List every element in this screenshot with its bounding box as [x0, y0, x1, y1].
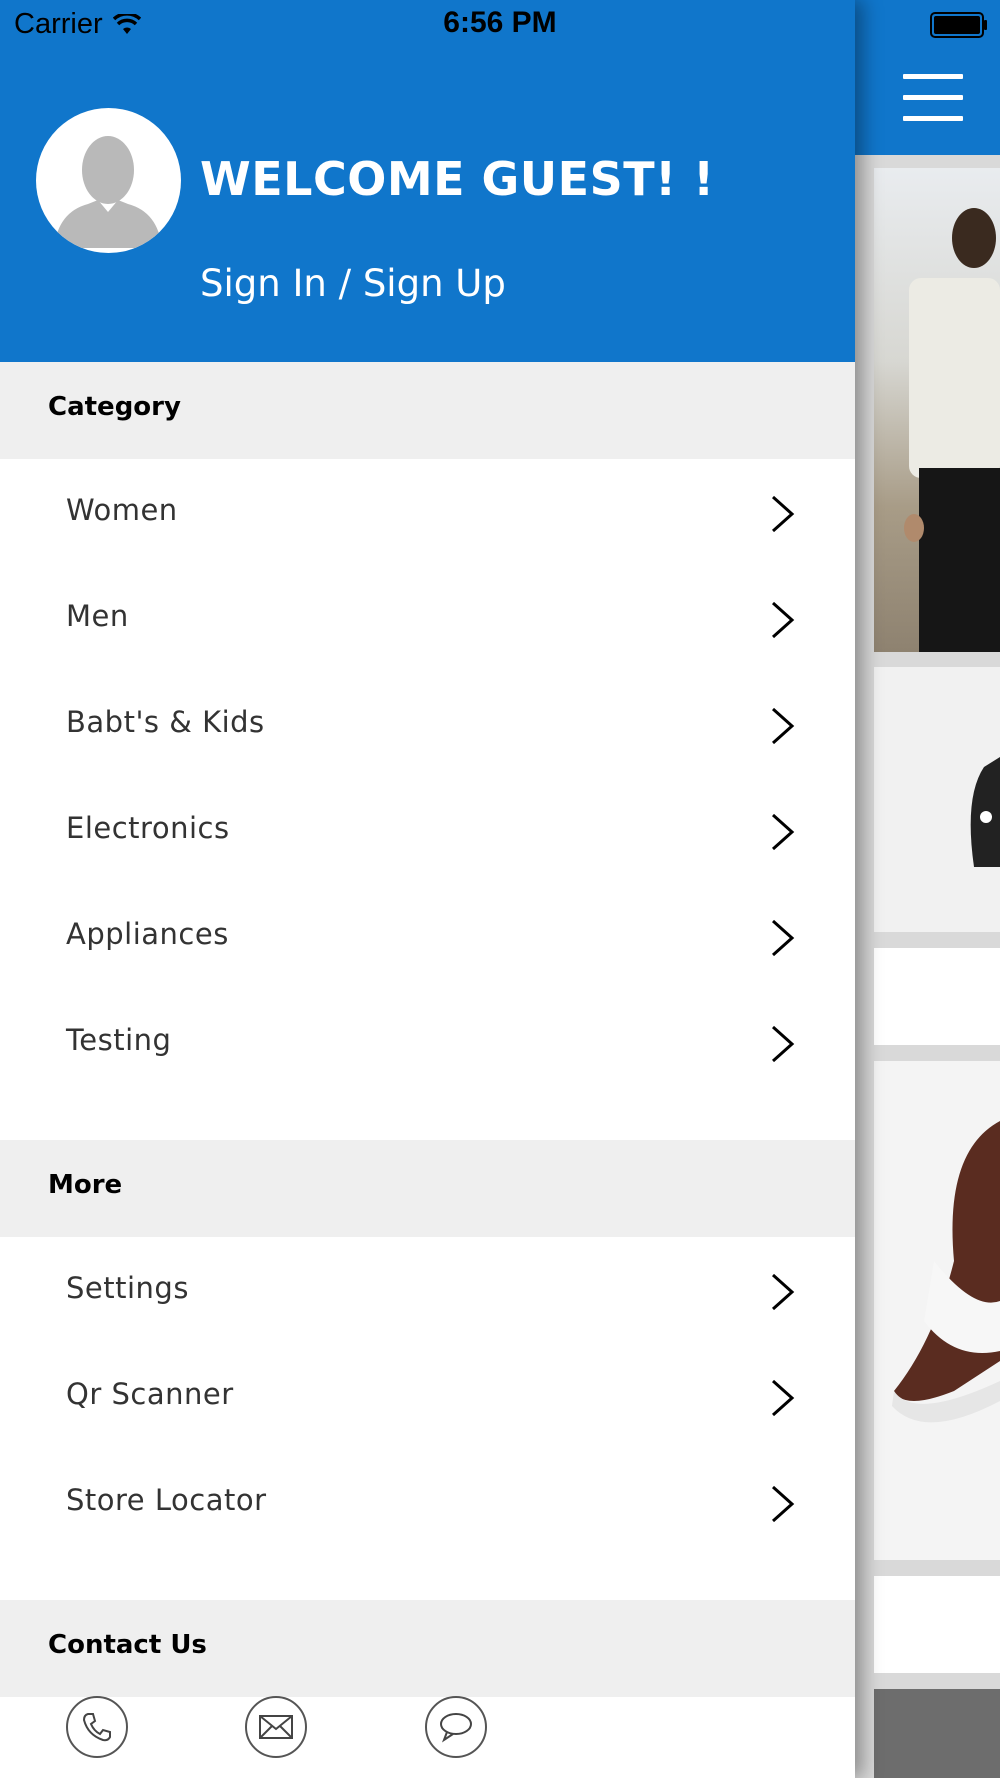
battery-icon — [930, 12, 987, 38]
section-title: Category — [48, 392, 181, 422]
section-title: Contact Us — [48, 1630, 207, 1660]
chevron-right-icon — [771, 1379, 795, 1417]
contact-icons-row — [0, 1696, 855, 1778]
model-photo — [904, 208, 1000, 652]
section-header-contact: Contact Us — [0, 1600, 855, 1697]
avatar[interactable] — [36, 108, 181, 253]
chevron-right-icon — [771, 707, 795, 745]
menu-item-label: Women — [66, 493, 178, 527]
menu-item-qr-scanner[interactable]: Qr Scanner — [0, 1344, 855, 1450]
menu-item-store-locator[interactable]: Store Locator — [0, 1450, 855, 1556]
menu-item-label: Qr Scanner — [66, 1377, 234, 1411]
menu-item-label: Store Locator — [66, 1483, 267, 1517]
menu-item-appliances[interactable]: Appliances — [0, 884, 855, 990]
product-photo — [970, 757, 1000, 867]
welcome-title: WELCOME GUEST! ! — [200, 152, 715, 206]
chevron-right-icon — [771, 601, 795, 639]
navigation-drawer: WELCOME GUEST! ! Sign In / Sign Up Categ… — [0, 0, 855, 1778]
drawer-header: WELCOME GUEST! ! Sign In / Sign Up — [0, 0, 855, 362]
mail-icon — [259, 1715, 293, 1739]
menu-item-label: Settings — [66, 1271, 189, 1305]
menu-item-testing[interactable]: Testing — [0, 990, 855, 1096]
menu-item-women[interactable]: Women — [0, 460, 855, 566]
shoe-photo — [892, 1121, 1000, 1423]
menu-item-label: Testing — [66, 1023, 172, 1057]
menu-item-settings[interactable]: Settings — [0, 1238, 855, 1344]
mail-button[interactable] — [245, 1696, 307, 1758]
menu-item-babies-kids[interactable]: Babt's & Kids — [0, 672, 855, 778]
status-time: 6:56 PM — [443, 6, 557, 39]
hamburger-menu-icon[interactable] — [903, 74, 963, 122]
menu-item-label: Electronics — [66, 811, 230, 845]
menu-item-men[interactable]: Men — [0, 566, 855, 672]
user-silhouette-icon — [54, 136, 162, 248]
product-card[interactable] — [874, 948, 1000, 1045]
menu-item-label: Appliances — [66, 917, 229, 951]
menu-item-label: Babt's & Kids — [66, 705, 265, 739]
product-card-image[interactable] — [874, 667, 1000, 932]
chat-button[interactable] — [425, 1696, 487, 1758]
product-card-image[interactable] — [874, 1689, 1000, 1778]
status-bar: Carrier 6:56 PM — [0, 0, 1000, 50]
section-header-more: More — [0, 1140, 855, 1237]
menu-item-label: Men — [66, 599, 129, 633]
chevron-right-icon — [771, 1485, 795, 1523]
product-card[interactable] — [874, 1576, 1000, 1673]
product-card-image[interactable] — [874, 1061, 1000, 1560]
chevron-right-icon — [771, 495, 795, 533]
section-title: More — [48, 1170, 123, 1200]
phone-icon — [82, 1713, 111, 1742]
chevron-right-icon — [771, 1025, 795, 1063]
sign-in-link[interactable]: Sign In / Sign Up — [200, 262, 506, 305]
phone-button[interactable] — [66, 1696, 128, 1758]
main-screen — [855, 0, 1000, 1778]
chevron-right-icon — [771, 919, 795, 957]
product-card-image[interactable] — [874, 168, 1000, 652]
chat-icon — [440, 1713, 472, 1743]
chevron-right-icon — [771, 813, 795, 851]
chevron-right-icon — [771, 1273, 795, 1311]
section-header-category: Category — [0, 362, 855, 459]
menu-item-electronics[interactable]: Electronics — [0, 778, 855, 884]
